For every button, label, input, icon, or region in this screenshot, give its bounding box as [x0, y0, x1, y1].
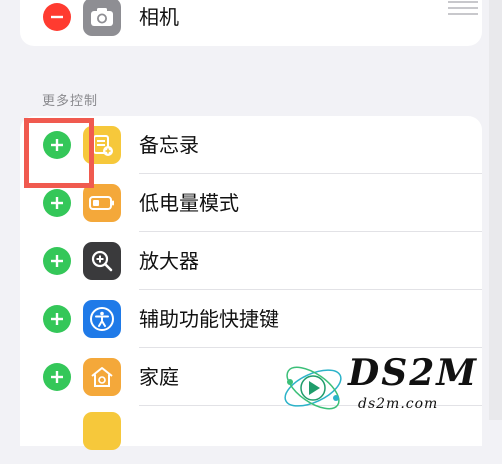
- control-row-magnifier: 放大器: [20, 232, 482, 290]
- add-control-button[interactable]: [43, 305, 71, 333]
- watermark-logo-icon: [284, 366, 342, 410]
- add-control-button[interactable]: [43, 189, 71, 217]
- plus-icon: [51, 255, 63, 267]
- watermark-subtitle: ds2m.com: [358, 396, 439, 412]
- plus-icon: [51, 313, 63, 325]
- watermark-title: DS2M: [348, 352, 479, 394]
- control-label: 相机: [139, 5, 179, 29]
- battery-icon: [83, 184, 121, 222]
- section-header-more-controls: 更多控制: [42, 94, 99, 109]
- control-label: 放大器: [139, 249, 199, 273]
- control-label: 家庭: [139, 365, 179, 389]
- remove-control-button[interactable]: [43, 3, 71, 31]
- control-label: 辅助功能快捷键: [139, 307, 279, 331]
- watermark: DS2M ds2m.com: [278, 352, 498, 418]
- control-row-accessibility-shortcut: 辅助功能快捷键: [20, 290, 482, 348]
- add-control-button[interactable]: [43, 247, 71, 275]
- control-row-camera: 相机: [20, 0, 482, 46]
- plus-icon: [51, 371, 63, 383]
- add-control-button[interactable]: [43, 363, 71, 391]
- home-icon: [83, 358, 121, 396]
- accessibility-icon: [83, 300, 121, 338]
- control-label: 低电量模式: [139, 191, 239, 215]
- control-label: 备忘录: [139, 133, 199, 157]
- camera-icon: [83, 0, 121, 36]
- highlight-annotation: [24, 118, 94, 188]
- plus-icon: [51, 197, 63, 209]
- reorder-handle-icon[interactable]: [448, 1, 478, 15]
- minus-icon: [51, 15, 63, 19]
- included-controls-card: 相机: [20, 0, 482, 46]
- app-icon: [83, 412, 121, 450]
- magnifier-icon: [83, 242, 121, 280]
